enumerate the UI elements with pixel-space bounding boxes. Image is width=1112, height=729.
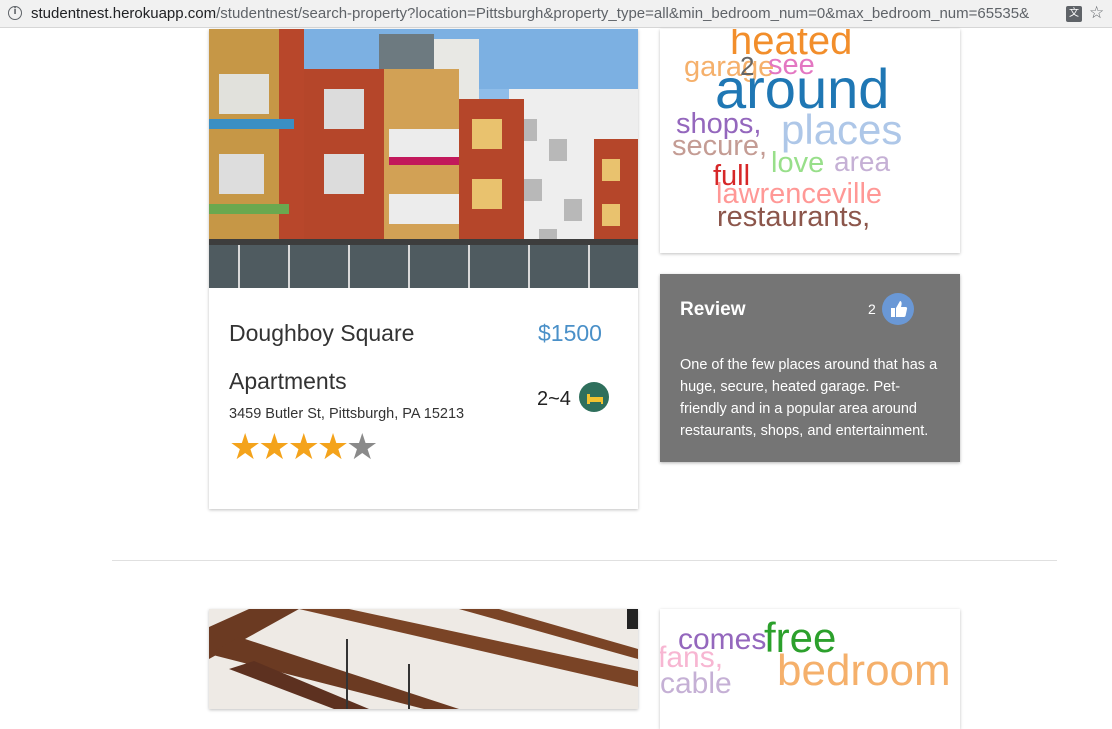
bed-icon: [579, 382, 609, 412]
property-title-line2[interactable]: Apartments: [229, 368, 347, 395]
translate-icon[interactable]: 文: [1066, 6, 1082, 22]
url-field[interactable]: studentnest.herokuapp.com/studentnest/se…: [31, 5, 1059, 22]
property-photo[interactable]: [209, 609, 638, 709]
property-price: $1500: [538, 320, 602, 346]
cloud-word: places: [781, 106, 903, 153]
review-title: Review: [680, 299, 746, 320]
cloud-word: area: [834, 146, 891, 177]
cloud-word: love: [771, 147, 825, 179]
bedroom-range: 2~4: [537, 388, 571, 410]
word-cloud: heated garage 2 see around shops, places…: [660, 29, 960, 253]
cloud-word: secure,: [672, 130, 768, 162]
review-card: Review 2 One of the few places around th…: [660, 274, 960, 462]
property-photo[interactable]: [209, 29, 638, 288]
like-count: 2: [868, 301, 876, 317]
listing-card[interactable]: [209, 609, 638, 709]
cloud-word: bedroom: [777, 646, 951, 695]
star-icon: ★: [258, 427, 290, 468]
listing-divider: [112, 560, 1057, 561]
star-icon[interactable]: ☆: [1089, 3, 1104, 23]
cloud-word: cable: [660, 667, 732, 700]
cloud-word: restaurants,: [717, 201, 871, 233]
star-icon: ★: [346, 427, 378, 468]
address-bar[interactable]: i studentnest.herokuapp.com/studentnest/…: [0, 0, 1112, 28]
word-cloud: comes free fans, bedroom cable: [660, 609, 960, 729]
property-title-line1[interactable]: Doughboy Square: [229, 320, 414, 347]
url-host: studentnest.herokuapp.com: [31, 5, 217, 22]
info-icon[interactable]: i: [8, 6, 22, 20]
url-path: /studentnest/search-property?location=Pi…: [216, 5, 1030, 22]
star-icon: ★: [287, 427, 320, 468]
thumbs-up-icon[interactable]: [882, 293, 914, 325]
star-icon: ★: [316, 427, 349, 468]
review-text: One of the few places around that has a …: [680, 357, 938, 439]
star-icon: ★: [229, 427, 261, 468]
rating-stars: ★★★★★: [229, 427, 378, 468]
listing-card[interactable]: Doughboy Square Apartments $1500 3459 Bu…: [209, 29, 638, 509]
property-address: 3459 Butler St, Pittsburgh, PA 15213: [229, 406, 465, 422]
